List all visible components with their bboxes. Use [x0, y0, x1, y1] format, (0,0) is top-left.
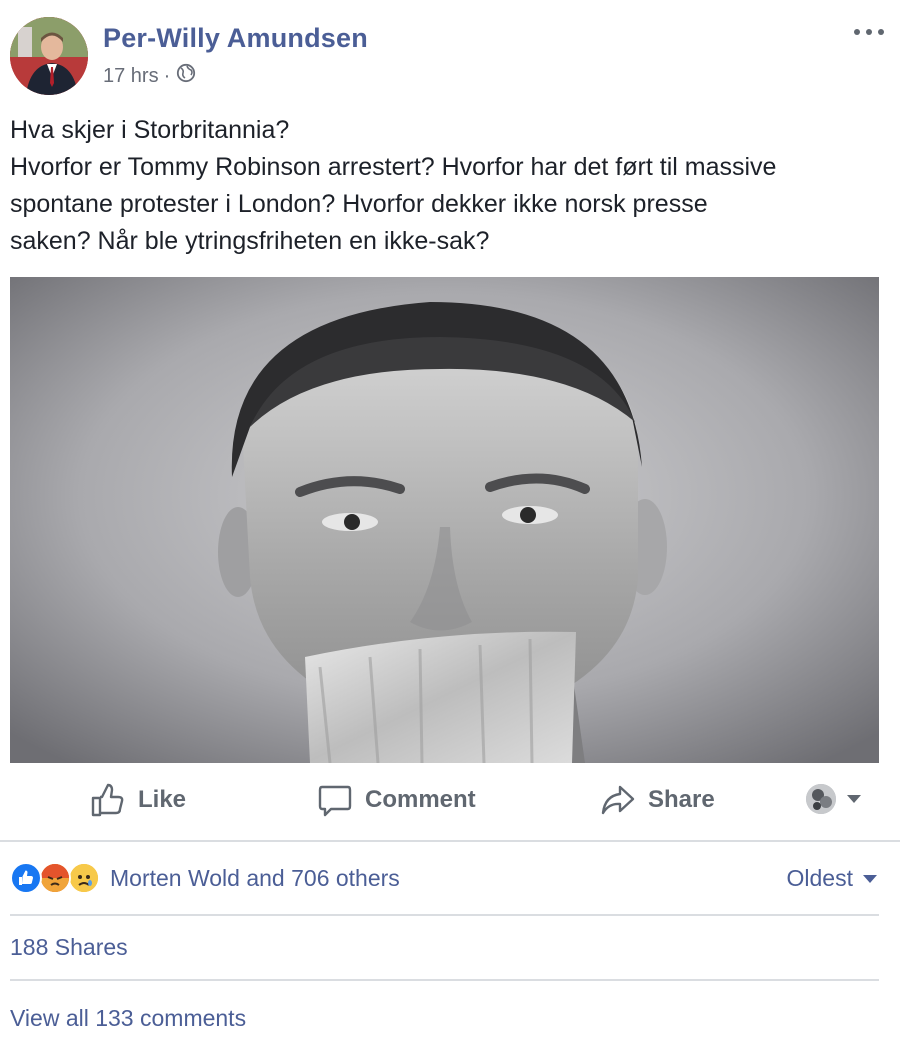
- like-button[interactable]: Like: [90, 782, 186, 818]
- sad-reaction-icon: [68, 862, 100, 894]
- thumbs-up-icon: [91, 783, 124, 817]
- comment-label: Comment: [365, 786, 476, 813]
- view-all-comments-link[interactable]: View all 133 comments: [10, 1005, 246, 1032]
- share-arrow-icon: [601, 785, 635, 815]
- post-meta: 17 hrs ·: [103, 63, 196, 89]
- post-text-line: Hva skjer i Storbritannia?: [10, 116, 290, 144]
- author-avatar[interactable]: [10, 17, 88, 95]
- post-timestamp[interactable]: 17 hrs: [103, 65, 159, 88]
- share-label: Share: [648, 786, 715, 813]
- angry-reaction-icon: [39, 862, 71, 894]
- post-header: Per-Willy Amundsen 17 hrs ·: [10, 17, 890, 97]
- comment-sort-dropdown[interactable]: Oldest: [787, 865, 877, 892]
- chevron-down-icon: [863, 874, 877, 883]
- reaction-icons[interactable]: [10, 862, 105, 896]
- like-label: Like: [138, 786, 187, 813]
- author-name[interactable]: Per-Willy Amundsen: [103, 23, 368, 54]
- chevron-down-icon: [847, 795, 861, 803]
- post-text: Hva skjer i Storbritannia? Hvorfor er To…: [10, 112, 890, 260]
- profile-mini-icon: [806, 784, 836, 814]
- globe-icon[interactable]: [176, 63, 196, 89]
- divider: [0, 840, 900, 842]
- share-button[interactable]: Share: [600, 782, 715, 818]
- comment-button[interactable]: Comment: [317, 782, 476, 818]
- post-photo[interactable]: [10, 277, 879, 763]
- reactions-summary-text[interactable]: Morten Wold and 706 others: [110, 865, 400, 892]
- divider: [10, 914, 879, 916]
- post-action-bar: Like Comment Share: [0, 770, 900, 835]
- post-text-line: Hvorfor er Tommy Robinson arrestert? Hvo…: [10, 153, 777, 181]
- post-text-line: saken? Når ble ytringsfriheten en ikke-s…: [10, 227, 490, 255]
- like-reaction-icon: [10, 862, 42, 894]
- reactions-summary: Morten Wold and 706 others Oldest: [10, 860, 879, 900]
- meta-separator: ·: [163, 64, 171, 87]
- post-text-line: spontane protester i London? Hvorfor dek…: [10, 190, 708, 218]
- more-options-icon[interactable]: [852, 25, 886, 39]
- shares-count-link[interactable]: 188 Shares: [10, 934, 128, 961]
- react-as-selector[interactable]: [806, 784, 874, 814]
- sort-label: Oldest: [786, 865, 853, 891]
- divider: [10, 979, 879, 981]
- comment-bubble-icon: [318, 785, 352, 817]
